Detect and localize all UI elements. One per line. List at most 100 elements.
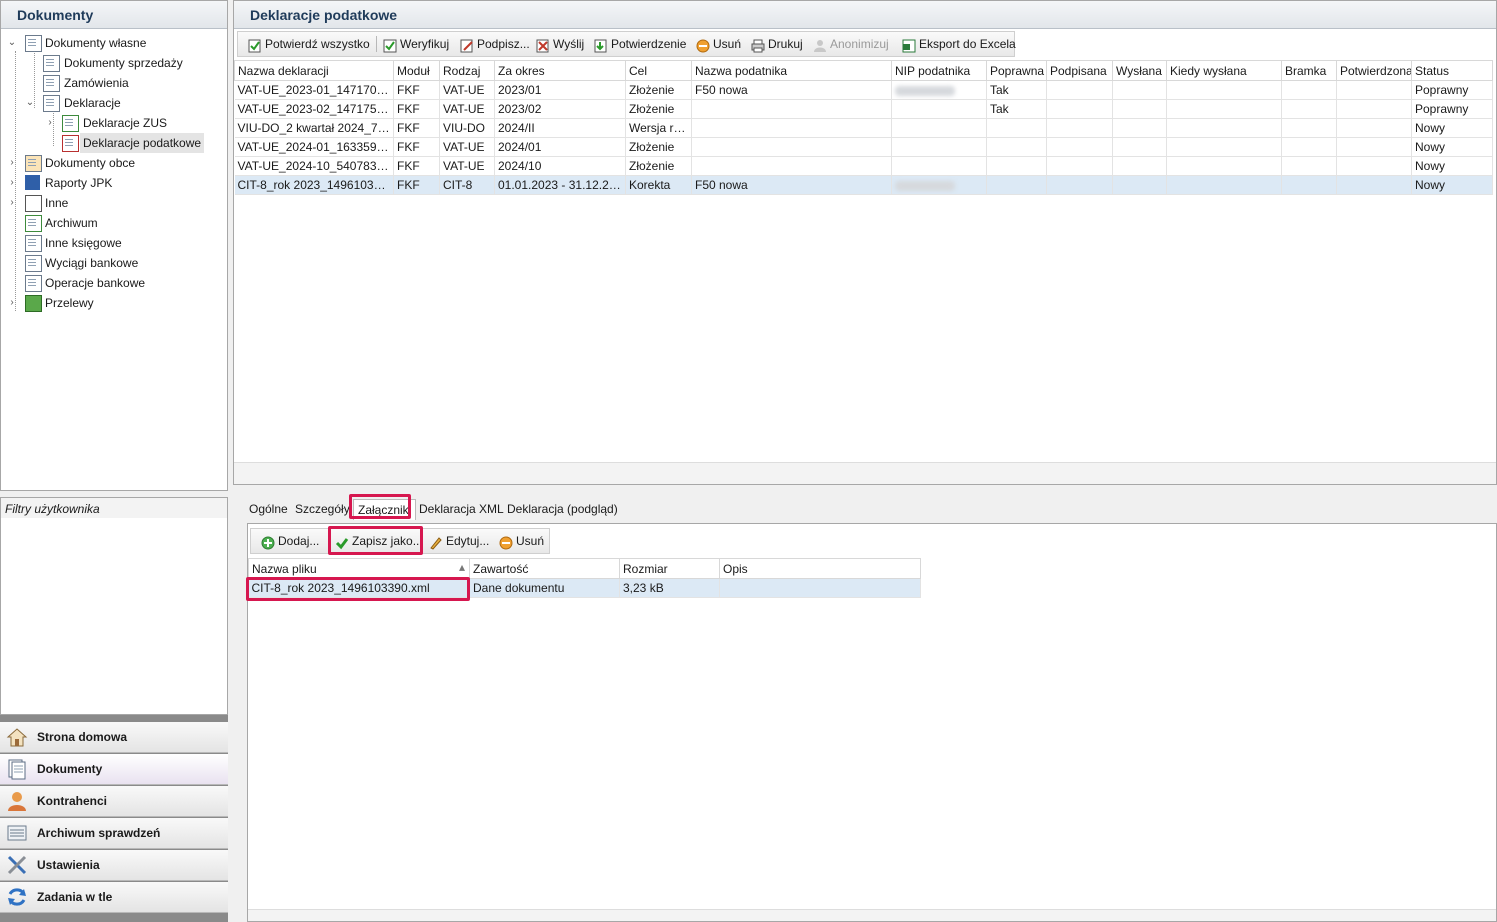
table-cell xyxy=(986,175,1047,195)
chevron-right-icon[interactable]: › xyxy=(7,293,17,313)
tree-item-label: Deklaracje ZUS xyxy=(83,116,168,130)
table-cell: Złożenie xyxy=(625,80,692,100)
accounting-document-icon xyxy=(25,235,42,252)
table-cell: FKF xyxy=(393,80,440,100)
tools-icon xyxy=(6,854,28,876)
check-icon xyxy=(383,37,397,53)
toolbar-separator xyxy=(376,36,377,52)
table-cell: VIU-DO_2 kwartał 2024_783... xyxy=(234,118,394,138)
table-cell xyxy=(1336,175,1412,195)
column-header[interactable]: Rodzaj xyxy=(439,60,495,81)
chevron-down-icon[interactable]: ⌄ xyxy=(7,33,17,53)
table-cell: CIT-8_rok 2023_1496103390 xyxy=(234,175,394,195)
table-row[interactable]: CIT-8_rok 2023_1496103390 FKF CIT-8 01.01.2… xyxy=(234,175,1493,195)
chevron-right-icon[interactable]: › xyxy=(7,153,17,173)
table-header-row: Nazwa deklaracji Moduł Rodzaj Za okres Cel Na… xyxy=(234,60,1493,81)
user-filters-title: Filtry użytkownika xyxy=(1,498,227,518)
table-row[interactable]: VIU-DO_2 kwartał 2024_783... FKF VIU-DO 202… xyxy=(234,118,1493,138)
column-header[interactable]: Za okres xyxy=(494,60,626,81)
tree-item-label: Dokumenty sprzedaży xyxy=(64,56,183,70)
column-header[interactable]: Zawartość xyxy=(469,558,620,579)
horizontal-scrollbar[interactable] xyxy=(248,909,1496,921)
archive-list-icon xyxy=(6,822,28,844)
tax-declaration-icon xyxy=(62,135,79,152)
table-cell xyxy=(1281,80,1337,100)
bank-statement-icon xyxy=(25,255,42,272)
nav-dokumenty[interactable]: Dokumenty xyxy=(0,754,228,785)
column-header[interactable]: Nazwa pliku ▴ xyxy=(248,558,470,579)
column-header[interactable]: NIP podatnika xyxy=(891,60,987,81)
nav-ustawienia[interactable]: Ustawienia xyxy=(0,850,228,881)
table-cell xyxy=(1281,137,1337,157)
navigation-pane: Strona domowa Dokumenty Kontrahenci Arch… xyxy=(0,715,228,922)
table-cell: FKF xyxy=(393,175,440,195)
table-row[interactable]: VAT-UE_2024-01_1633596937 FKF VAT-UE 2024/0… xyxy=(234,137,1493,157)
column-header[interactable]: Moduł xyxy=(393,60,440,81)
chevron-right-icon[interactable]: › xyxy=(7,193,17,213)
column-header[interactable]: Podpisana xyxy=(1046,60,1113,81)
table-cell: Tak xyxy=(986,80,1047,100)
nav-kontrahenci[interactable]: Kontrahenci xyxy=(0,786,228,817)
table-cell xyxy=(1281,118,1337,138)
pencil-icon xyxy=(429,534,443,550)
column-header[interactable]: Rozmiar xyxy=(619,558,720,579)
nav-archiwum-sprawdzen[interactable]: Archiwum sprawdzeń xyxy=(0,818,228,849)
table-cell: FKF xyxy=(393,156,440,176)
sign-icon xyxy=(460,37,474,53)
highlight-frame xyxy=(349,494,411,519)
send-icon xyxy=(536,37,550,53)
chevron-down-icon[interactable]: ⌄ xyxy=(25,93,35,113)
sort-ascending-icon: ▴ xyxy=(458,560,465,574)
table-cell xyxy=(986,137,1047,157)
person-icon xyxy=(6,790,28,812)
tab-deklaracja-podglad[interactable]: Deklaracja (podgląd) xyxy=(503,499,622,519)
plus-circle-icon xyxy=(261,534,275,550)
declarations-table: Nazwa deklaracji Moduł Rodzaj Za okres Cel Na… xyxy=(234,60,1493,195)
tab-ogolne[interactable]: Ogólne xyxy=(245,499,292,519)
table-cell xyxy=(691,118,892,138)
table-cell: F50 nowa xyxy=(691,175,892,195)
chevron-right-icon[interactable]: › xyxy=(7,173,17,193)
tab-deklaracja-xml[interactable]: Deklaracja XML xyxy=(415,499,508,519)
table-row[interactable]: VAT-UE_2024-10_540783718 FKF VAT-UE 2024/10… xyxy=(234,156,1493,176)
column-header[interactable]: Nazwa podatnika xyxy=(691,60,892,81)
table-cell: FKF xyxy=(393,137,440,157)
column-header[interactable]: Kiedy wysłana xyxy=(1166,60,1282,81)
table-cell xyxy=(1281,99,1337,119)
column-header[interactable]: Cel xyxy=(625,60,692,81)
table-header-row: Nazwa pliku ▴ Zawartość Rozmiar Opis xyxy=(248,558,921,579)
redacted-value xyxy=(895,180,955,191)
table-cell xyxy=(1112,156,1167,176)
table-row[interactable]: VAT-UE_2023-01_1471705031 FKF VAT-UE 2023/0… xyxy=(234,80,1493,100)
table-cell xyxy=(1336,80,1412,100)
column-header[interactable]: Nazwa deklaracji xyxy=(234,60,394,81)
horizontal-scrollbar[interactable] xyxy=(234,462,1496,484)
button-label: Wyślij xyxy=(553,37,585,51)
chevron-right-icon[interactable]: › xyxy=(45,113,55,133)
column-header[interactable]: Poprawna xyxy=(986,60,1047,81)
table-cell xyxy=(1112,137,1167,157)
table-cell xyxy=(891,80,987,100)
tab-szczegoly[interactable]: Szczegóły xyxy=(291,499,354,519)
tree-item-label: Raporty JPK xyxy=(45,176,113,190)
tree-item-label: Wyciągi bankowe xyxy=(45,256,139,270)
column-header[interactable]: Potwierdzona xyxy=(1336,60,1412,81)
column-header[interactable]: Bramka xyxy=(1281,60,1337,81)
tree-item-label: Archiwum xyxy=(45,216,98,230)
column-header[interactable]: Status xyxy=(1411,60,1493,81)
table-cell: Poprawny xyxy=(1411,99,1493,119)
documents-tree-panel: Dokumenty ⌄ Dokumenty własne Dokumenty s… xyxy=(0,0,228,491)
table-cell: CIT-8 xyxy=(439,175,495,195)
table-cell xyxy=(1112,80,1167,100)
panel-title: Deklaracje podatkowe xyxy=(234,1,1496,29)
nav-label: Zadania w tle xyxy=(37,890,113,904)
table-cell: VAT-UE_2024-10_540783718 xyxy=(234,156,394,176)
button-label: Usuń xyxy=(516,534,545,548)
table-row[interactable]: VAT-UE_2023-02_1471755171 FKF VAT-UE 2023/0… xyxy=(234,99,1493,119)
column-header[interactable]: Wysłana xyxy=(1112,60,1167,81)
table-cell xyxy=(1336,137,1412,157)
table-cell: Nowy xyxy=(1411,156,1493,176)
nav-strona-domowa[interactable]: Strona domowa xyxy=(0,722,228,753)
nav-zadania-w-tle[interactable]: Zadania w tle xyxy=(0,882,228,913)
column-header[interactable]: Opis xyxy=(719,558,921,579)
